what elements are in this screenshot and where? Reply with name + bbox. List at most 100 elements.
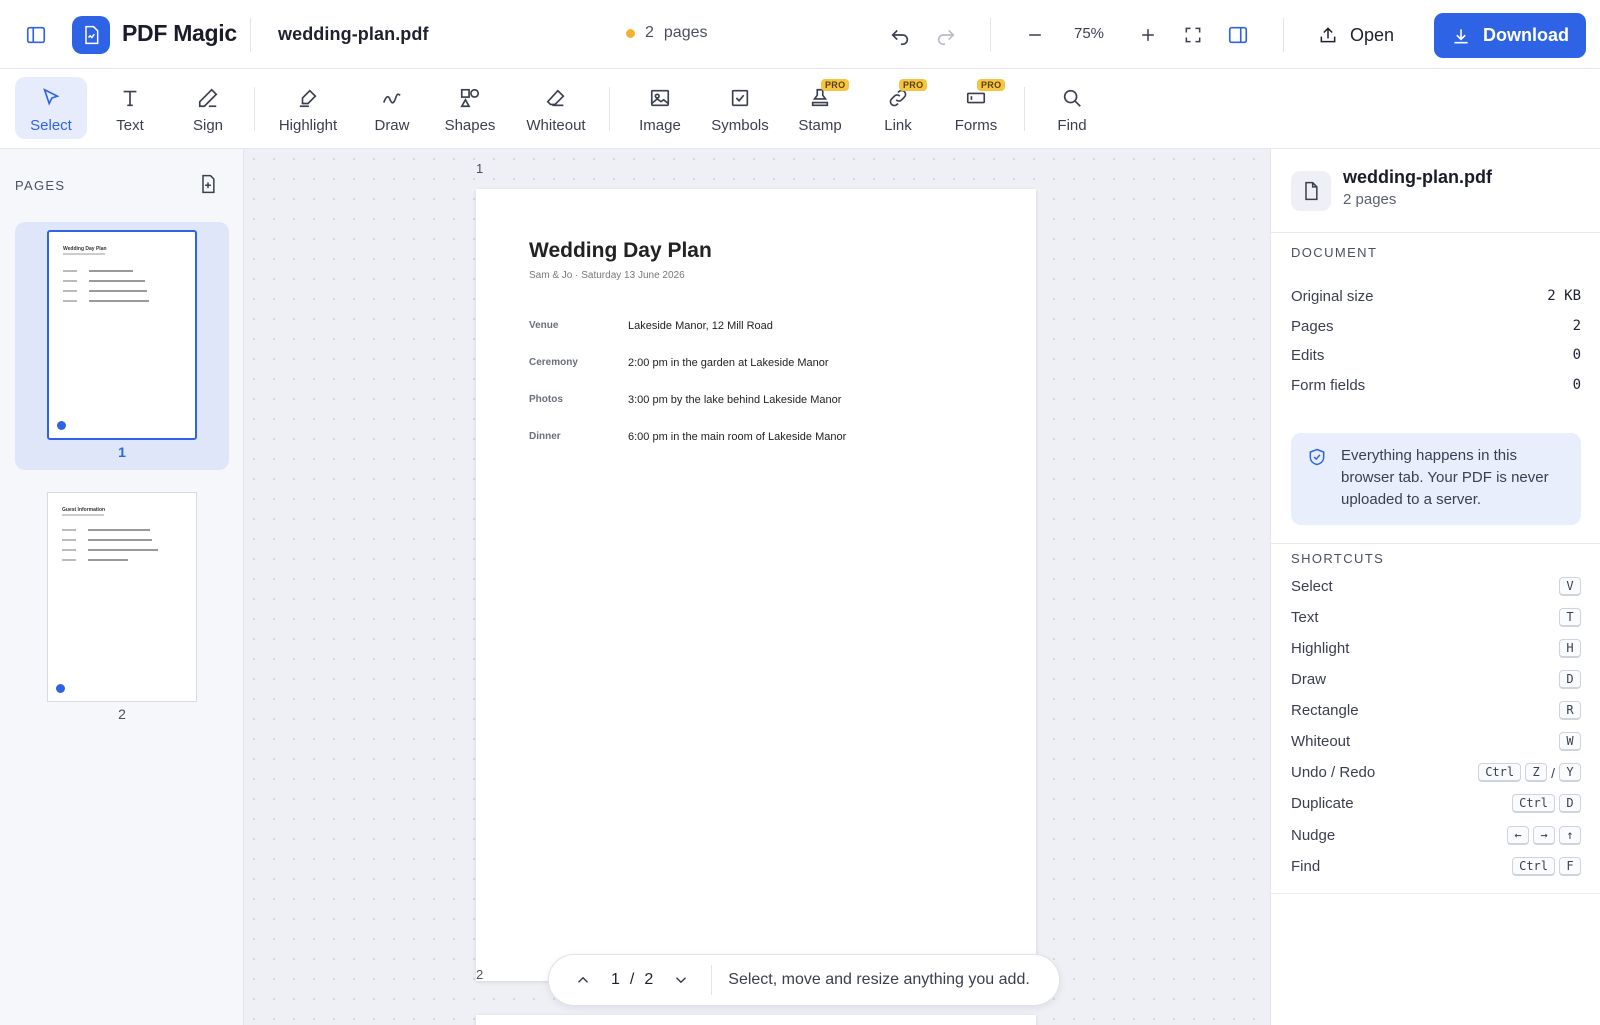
tool-find[interactable]: Find — [1036, 77, 1108, 139]
tool-link[interactable]: PRO Link — [862, 77, 934, 139]
cursor-icon — [43, 88, 60, 106]
panel-file-name: wedding-plan.pdf — [1343, 167, 1492, 187]
text-icon — [123, 90, 137, 107]
shortcut-row: Draw D — [1291, 670, 1581, 689]
thumbnail-line — [62, 514, 104, 516]
key-cap: W — [1559, 732, 1581, 751]
stat-value: 2 — [1572, 318, 1581, 334]
page-label-1: 1 — [476, 161, 484, 176]
pdf-page-2[interactable] — [476, 1015, 1036, 1025]
tool-highlight[interactable]: Highlight — [268, 77, 348, 139]
document-canvas[interactable]: 1 Wedding Day Plan Sam & Jo · Saturday 1… — [244, 149, 1270, 1025]
tool-select[interactable]: Select — [15, 77, 87, 139]
thumbnail-line — [62, 559, 76, 561]
page-count-number: 2 — [645, 24, 654, 41]
status-dot — [626, 28, 635, 38]
redo-button[interactable] — [928, 17, 964, 53]
sidebar-icon — [26, 26, 46, 44]
row-value: 2:00 pm in the garden at Lakeside Manor — [628, 357, 829, 369]
total-pages: 2 — [644, 971, 654, 988]
key-cap: Y — [1559, 763, 1581, 782]
zoom-out-button[interactable] — [1017, 17, 1053, 53]
page-count-indicator: 2 pages — [626, 24, 708, 42]
tool-whiteout[interactable]: Whiteout — [516, 77, 596, 139]
tool-image[interactable]: Image — [624, 77, 696, 139]
tool-sign[interactable]: Sign — [172, 77, 244, 139]
stat-pages: Pages 2 — [1291, 318, 1581, 335]
shortcut-row: Text T — [1291, 608, 1581, 627]
key-cap: D — [1559, 670, 1581, 689]
pdf-logo-icon — [85, 25, 99, 45]
tool-label: Symbols — [711, 117, 769, 134]
thumbnail-line — [63, 270, 77, 272]
key-cap: → — [1533, 826, 1555, 845]
redo-icon — [937, 29, 955, 45]
document-title: Wedding Day Plan — [529, 239, 712, 262]
file-icon-badge — [1291, 171, 1331, 211]
tool-label: Text — [116, 117, 144, 134]
tool-label: Find — [1057, 117, 1087, 134]
pages-panel: PAGES Wedding Day Plan 1 Guest Informati… — [0, 149, 244, 1025]
image-icon — [650, 89, 670, 107]
key-cap: ← — [1507, 826, 1529, 845]
current-page: 1 — [611, 971, 620, 988]
fit-page-button[interactable] — [1175, 17, 1211, 53]
thumbnail-line — [88, 559, 128, 561]
stat-label: Original size — [1291, 288, 1374, 305]
thumbnail-line — [88, 539, 152, 541]
file-plus-icon — [202, 174, 215, 194]
download-button[interactable]: Download — [1434, 13, 1586, 58]
tool-stamp[interactable]: PRO Stamp — [784, 77, 856, 139]
tool-symbols[interactable]: Symbols — [704, 77, 776, 139]
thumbnail-preview: Guest Information — [47, 492, 197, 702]
page-thumbnail-2[interactable]: Guest Information 2 — [15, 484, 229, 732]
page-thumbnail-1[interactable]: Wedding Day Plan 1 — [15, 222, 229, 470]
thumbnail-line — [63, 300, 77, 302]
logo — [72, 16, 110, 54]
add-page-button[interactable] — [196, 172, 220, 196]
next-page-button[interactable] — [661, 960, 701, 1000]
pdf-page-1[interactable]: Wedding Day Plan Sam & Jo · Saturday 13 … — [476, 189, 1036, 981]
chevron-up-icon — [577, 976, 589, 983]
tool-forms[interactable]: PRO Forms — [940, 77, 1012, 139]
tool-label: Draw — [374, 117, 410, 134]
key-cap: Ctrl — [1512, 794, 1555, 813]
page-separator: / — [629, 971, 635, 988]
minus-icon — [1029, 34, 1041, 36]
tool-text[interactable]: Text — [94, 77, 166, 139]
divider — [711, 965, 713, 995]
key-cap: D — [1559, 794, 1581, 813]
pro-badge: PRO — [977, 79, 1006, 91]
undo-button[interactable] — [882, 17, 918, 53]
thumbnail-line — [62, 549, 76, 551]
zoom-level[interactable]: 75% — [1074, 25, 1104, 42]
checkbox-icon — [731, 89, 749, 107]
divider — [990, 18, 991, 52]
thumbnail-title: Guest Information — [62, 507, 106, 513]
prev-page-button[interactable] — [563, 960, 603, 1000]
tool-shapes[interactable]: Shapes — [436, 77, 504, 139]
key-separator: / — [1551, 764, 1555, 781]
thumbnail-line — [89, 290, 147, 292]
thumbnail-number: 1 — [118, 444, 126, 460]
plus-icon — [1142, 29, 1154, 41]
stat-original-size: Original size 2 KB — [1291, 288, 1581, 305]
current-page-dot — [57, 421, 66, 430]
zoom-in-button[interactable] — [1130, 17, 1166, 53]
key-cap: Ctrl — [1512, 857, 1555, 876]
panel-toggle-button[interactable] — [1220, 17, 1256, 53]
file-name[interactable]: wedding-plan.pdf — [278, 24, 429, 45]
eraser-icon — [546, 89, 565, 107]
tool-label: Forms — [954, 117, 998, 134]
tool-draw[interactable]: Draw — [356, 77, 428, 139]
row-key: Dinner — [529, 431, 561, 442]
right-panel-icon — [1228, 26, 1248, 44]
top-bar: PDF Magic wedding-plan.pdf 2 pages 75% O… — [0, 0, 1600, 69]
thumbnail-line — [62, 529, 76, 531]
open-button[interactable]: Open — [1318, 18, 1394, 52]
document-section-title: DOCUMENT — [1291, 245, 1378, 260]
shortcut-row: Highlight H — [1291, 639, 1581, 658]
stat-label: Pages — [1291, 318, 1334, 335]
shortcut-label: Undo / Redo — [1291, 764, 1376, 781]
sidebar-toggle-button[interactable] — [18, 17, 54, 53]
